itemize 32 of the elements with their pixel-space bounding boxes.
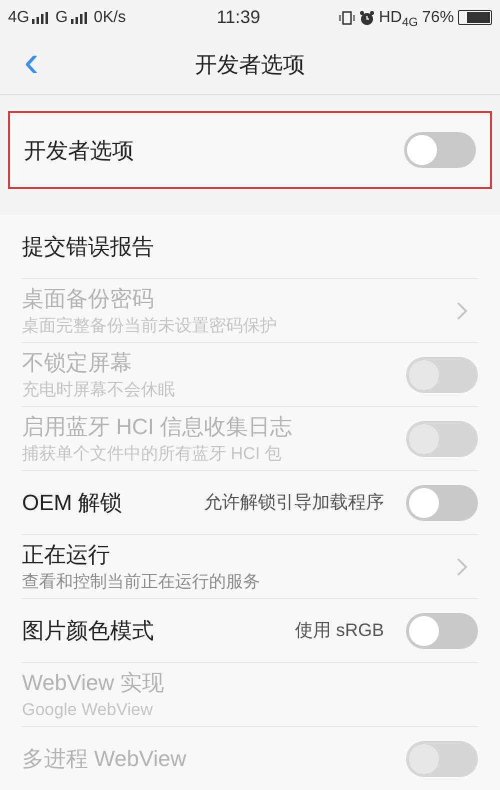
setting-value: 使用 sRGB [294,619,384,642]
setting-title: 开发者选项 [24,136,135,164]
setting-title: 不锁定屏幕 [22,348,133,376]
setting-title: 启用蓝牙 HCI 信息收集日志 [22,412,294,440]
network-label: 4G [8,8,30,28]
toggle-switch[interactable] [406,612,478,648]
signal-icon [32,12,48,24]
setting-title: 多进程 WebView [22,744,188,772]
clock: 11:39 [216,6,262,29]
network-label: G [55,8,68,28]
speed-label: 0K/s [94,8,126,28]
chevron-right-icon [456,556,468,576]
setting-title: 图片颜色模式 [22,616,155,644]
setting-value: 允许解锁引导加载程序 [204,491,384,514]
setting-title: 桌面备份密码 [22,284,155,312]
setting-title: 提交错误报告 [22,232,155,260]
setting-title: WebView 实现 [22,668,166,696]
signal-icon [70,12,87,24]
setting-description: 查看和控制当前正在运行的服务 [22,570,261,592]
network-label: 4G [402,14,418,30]
back-button[interactable]: ‹ [24,40,39,84]
chevron-right-icon [456,300,468,320]
vibrate-icon [338,10,355,24]
battery-icon [458,10,492,25]
toggle-switch[interactable] [404,132,476,168]
hd-label: HD [378,8,402,28]
alarm-clock-icon [358,10,375,26]
setting-title: 正在运行 [22,540,111,568]
toggle-switch[interactable] [406,484,478,520]
setting-title: OEM 解锁 [22,488,124,516]
battery-percent: 76% [422,8,454,28]
page-title: 开发者选项 [195,51,305,79]
